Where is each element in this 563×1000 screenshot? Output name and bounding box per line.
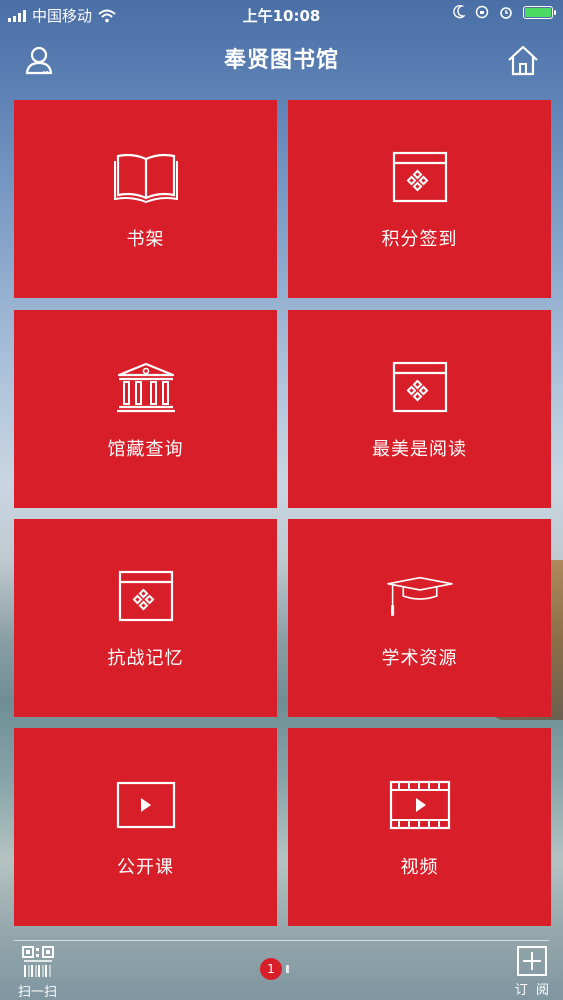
divider (14, 940, 549, 941)
window-diamond-icon (392, 361, 447, 413)
nav-bar: 奉贤图书馆 (0, 30, 563, 90)
scan-label: 扫一扫 (18, 985, 58, 1000)
play-icon (116, 781, 175, 829)
tile-label: 学术资源 (381, 648, 458, 669)
pager: 1 (260, 958, 289, 980)
bottom-bar: 扫一扫 1 订 阅 (0, 940, 563, 1000)
tile-checkin[interactable]: 积分签到 (288, 100, 551, 298)
rotation-lock-icon (475, 5, 489, 19)
tile-open-course[interactable]: 公开课 (14, 728, 277, 926)
subscribe-button[interactable]: 订 阅 (515, 946, 549, 998)
film-icon (389, 780, 450, 830)
graduation-cap-icon (386, 576, 453, 616)
scan-button[interactable]: 扫一扫 (18, 946, 57, 1000)
page-title: 奉贤图书馆 (223, 48, 339, 73)
tile-war-memory[interactable]: 抗战记忆 (14, 519, 277, 717)
tile-catalog-search[interactable]: 馆藏查询 (14, 310, 277, 508)
page-indicator-mark (286, 965, 289, 973)
tile-bookshelf[interactable]: 书架 (14, 100, 277, 298)
subscribe-label: 订 阅 (514, 983, 549, 998)
tile-label: 视频 (400, 857, 439, 878)
tile-label: 积分签到 (381, 229, 458, 250)
tile-label: 最美是阅读 (372, 439, 467, 460)
status-bar: 中国移动 上午10:08 (0, 0, 563, 30)
tile-label: 公开课 (117, 857, 174, 878)
window-diamond-icon (118, 570, 173, 622)
page-indicator-badge[interactable]: 1 (260, 958, 282, 980)
home-icon (508, 45, 538, 76)
library-building-icon (116, 362, 175, 413)
tile-academic-resources[interactable]: 学术资源 (288, 519, 551, 717)
window-diamond-icon (392, 151, 447, 203)
tile-label: 抗战记忆 (107, 648, 184, 669)
tile-label: 馆藏查询 (107, 439, 184, 460)
home-button[interactable] (505, 42, 541, 78)
plus-box-icon (516, 946, 547, 976)
alarm-icon (500, 7, 512, 19)
tile-beautiful-reading[interactable]: 最美是阅读 (288, 310, 551, 508)
moon-icon (453, 5, 465, 19)
tile-video[interactable]: 视频 (288, 728, 551, 926)
book-icon (113, 153, 178, 203)
tile-label: 书架 (126, 229, 165, 250)
battery-icon (523, 5, 556, 19)
qr-scan-icon (21, 946, 54, 977)
